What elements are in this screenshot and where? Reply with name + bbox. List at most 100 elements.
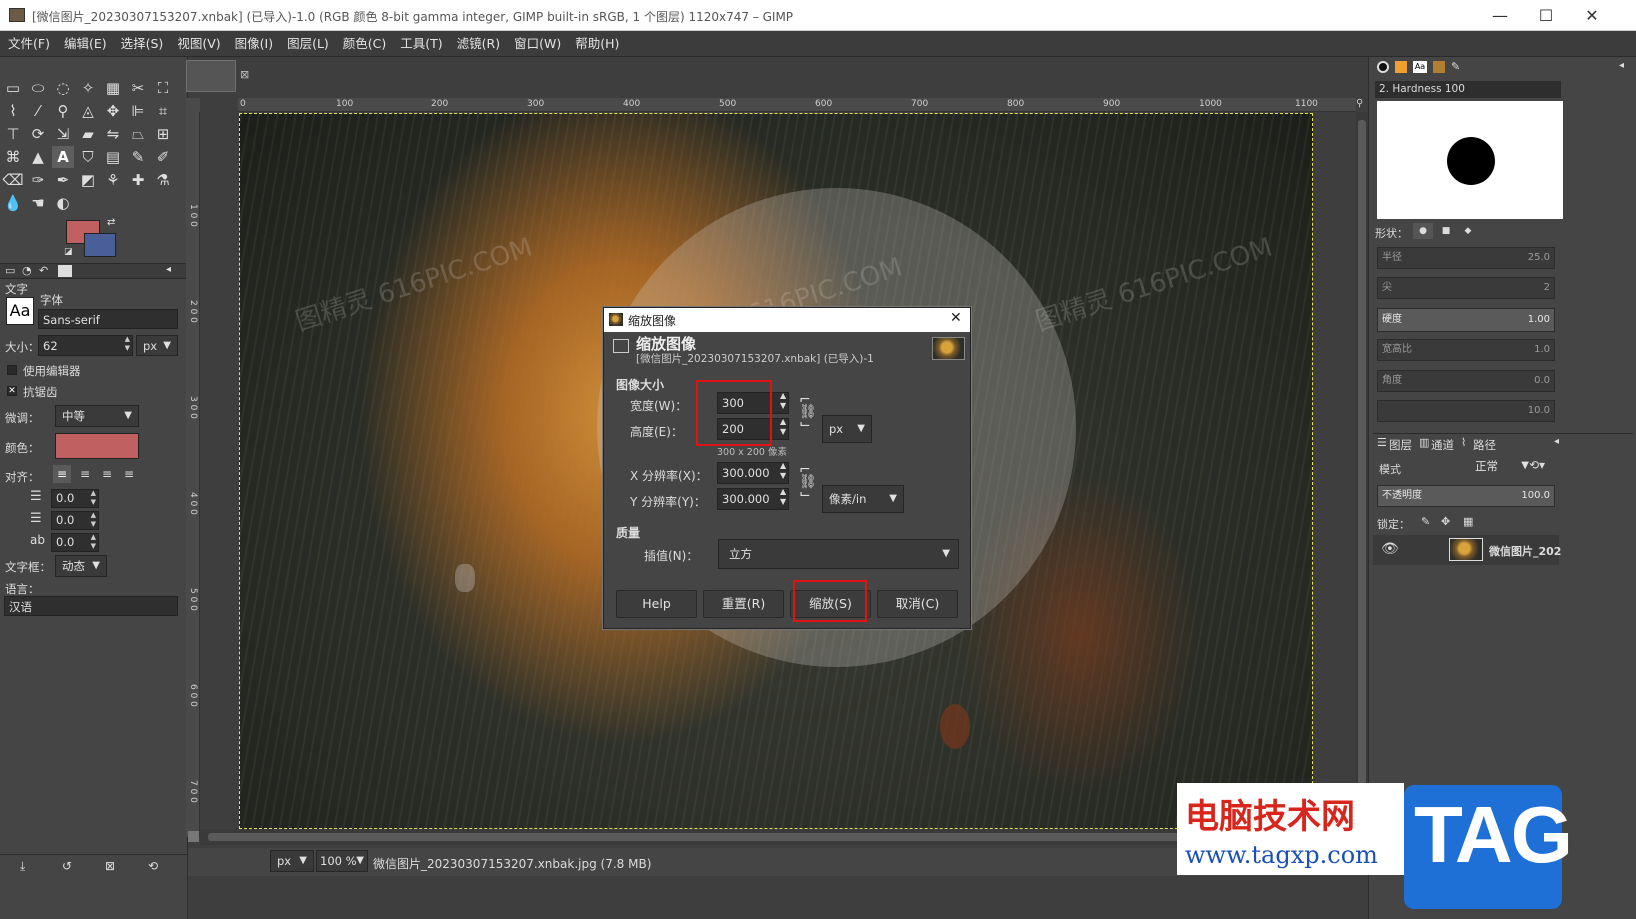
paint-dynamics-tab-icon[interactable]: ✎ [1451, 60, 1460, 73]
resolution-chain-icon[interactable]: ⌐ ⛓ ⌙ [799, 463, 817, 501]
square-shape-icon[interactable]: ■ [1437, 223, 1455, 239]
background-color[interactable] [84, 233, 116, 257]
y-resolution-input[interactable]: 300.000 [717, 488, 789, 510]
close-window-button[interactable]: ✕ [1569, 0, 1615, 31]
menu-filters[interactable]: 滤镜(R) [449, 31, 506, 57]
images-tab-icon[interactable] [58, 265, 72, 277]
line-spacing-spinner-icon[interactable]: ▲ ▼ [91, 511, 96, 529]
foreground-select-icon[interactable]: ⛶ [152, 77, 174, 99]
minimize-button[interactable]: — [1477, 0, 1523, 31]
layers-tab-icon[interactable]: ☰ [1377, 436, 1387, 449]
menu-tools[interactable]: 工具(T) [392, 31, 448, 57]
letter-spacing-spinner-icon[interactable]: ▲ ▼ [91, 533, 96, 551]
warp-icon[interactable]: ⌘ [2, 146, 24, 168]
justify-center-icon[interactable]: ≡ [98, 465, 116, 483]
unified-transform-icon[interactable]: ⊤ [2, 123, 24, 145]
close-tab-icon[interactable]: ⊠ [240, 68, 249, 81]
zoom-lock-icon[interactable]: ⚲ [1356, 98, 1368, 112]
layers-tab[interactable]: 图层 [1389, 437, 1412, 453]
justify-left-icon[interactable]: ≡ [53, 465, 71, 483]
antialias-checkbox[interactable]: ✕ [7, 386, 17, 396]
hinting-select[interactable]: 中等 ▼ [55, 405, 139, 427]
maximize-button[interactable]: ☐ [1523, 0, 1569, 31]
menu-file[interactable]: 文件(F) [0, 31, 56, 57]
indent-spinner-icon[interactable]: ▲ ▼ [91, 489, 96, 507]
lasso-icon[interactable]: ◌ [52, 77, 74, 99]
mode-select[interactable]: 正常 ▼ [1469, 456, 1529, 478]
color-select-icon[interactable]: ▦ [102, 77, 124, 99]
use-editor-checkbox[interactable] [7, 365, 17, 375]
shear-icon[interactable]: ▰ [77, 123, 99, 145]
menu-colors[interactable]: 颜色(C) [335, 31, 392, 57]
eraser-icon[interactable]: ⌫ [2, 169, 24, 191]
menu-windows[interactable]: 窗口(W) [506, 31, 567, 57]
perspective-clone-icon[interactable]: ⚗ [152, 169, 174, 191]
circle-shape-icon[interactable]: ● [1413, 223, 1433, 239]
color-picker-icon[interactable]: ⁄ [27, 100, 49, 122]
diamond-shape-icon[interactable]: ◆ [1459, 223, 1477, 239]
layer-row[interactable]: 👁 微信图片_202 [1373, 535, 1561, 565]
configure-layers-dock-icon[interactable]: ◂ [1554, 436, 1559, 447]
mode-reset-icon[interactable]: ⟲▾ [1529, 458, 1545, 472]
channels-tab[interactable]: 通道 [1431, 437, 1454, 453]
lock-alpha-icon[interactable]: ▦ [1463, 515, 1473, 528]
angle-slider[interactable]: 角度 0.0 [1377, 370, 1555, 392]
undo-history-tab-icon[interactable]: ↶ [39, 264, 48, 277]
justify-fill-icon[interactable]: ≡ [120, 465, 138, 483]
smudge-icon[interactable]: ☚ [27, 192, 49, 214]
perspective-icon[interactable]: ⏢ [127, 123, 149, 145]
resolution-unit-select[interactable]: 像素/in ▼ [822, 485, 904, 513]
airbrush-icon[interactable]: ✑ [27, 169, 49, 191]
brushes-tab-icon[interactable] [1377, 61, 1389, 73]
mypaint-icon[interactable]: ◩ [77, 169, 99, 191]
measure-icon[interactable]: ◬ [77, 100, 99, 122]
font-input[interactable]: Sans-serif [38, 309, 178, 329]
swap-colors-icon[interactable]: ⇄ [107, 217, 115, 228]
menu-image[interactable]: 图像(I) [227, 31, 279, 57]
images-tab-icon[interactable] [1433, 61, 1445, 73]
flip-icon[interactable]: ⇋ [102, 123, 124, 145]
gradient-icon[interactable]: ▤ [102, 146, 124, 168]
x-resolution-input[interactable]: 300.000 [717, 462, 789, 484]
menu-layer[interactable]: 图层(L) [279, 31, 335, 57]
unit-select[interactable]: px ▼ [270, 850, 314, 872]
bucket-fill-icon[interactable]: ⛉ [77, 146, 99, 168]
radius-slider[interactable]: 半径 25.0 [1377, 247, 1555, 269]
aspect-ratio-slider[interactable]: 宽高比 1.0 [1377, 339, 1555, 361]
size-spinner-icon[interactable]: ▲ ▼ [125, 335, 130, 353]
cancel-button[interactable]: 取消(C) [877, 590, 958, 618]
align-icon[interactable]: ⊫ [127, 100, 149, 122]
help-button[interactable]: Help [616, 590, 697, 618]
blur-icon[interactable]: 💧 [2, 192, 24, 214]
tool-options-tab-icon[interactable]: ▭ [5, 264, 15, 277]
restore-options-icon[interactable]: ↺ [62, 859, 72, 873]
size-input[interactable]: 62 ▲ ▼ [38, 335, 133, 356]
rotate-icon[interactable]: ⟳ [27, 123, 49, 145]
save-options-icon[interactable]: ⤓ [20, 859, 25, 874]
zoom-select[interactable]: 100 % ▼ [316, 850, 368, 872]
ellipse-select-icon[interactable]: ⬭ [27, 77, 49, 99]
menu-edit[interactable]: 编辑(E) [56, 31, 113, 57]
pencil-icon[interactable]: ✎ [127, 146, 149, 168]
size-unit-select[interactable]: px ▼ [822, 415, 872, 443]
justify-right-icon[interactable]: ≡ [76, 465, 94, 483]
x-resolution-spinner-icon[interactable]: ▲ ▼ [780, 461, 786, 481]
letter-spacing-input[interactable]: 0.0 ▲ ▼ [51, 533, 99, 552]
width-spinner-icon[interactable]: ▲ ▼ [780, 391, 786, 411]
quick-mask-icon[interactable] [188, 831, 199, 842]
handle-transform-icon[interactable]: ▲ [27, 146, 49, 168]
text-tool-icon[interactable]: A [52, 146, 74, 168]
fuzzy-select-icon[interactable]: ✧ [77, 77, 99, 99]
paths-tab[interactable]: 路径 [1473, 437, 1496, 453]
ink-icon[interactable]: ✒ [52, 169, 74, 191]
zoom-icon[interactable]: ⚲ [52, 100, 74, 122]
menu-view[interactable]: 视图(V) [169, 31, 226, 57]
paths-tab-icon[interactable]: ⌇ [1461, 436, 1466, 449]
y-resolution-spinner-icon[interactable]: ▲ ▼ [780, 487, 786, 507]
font-preview-button[interactable]: Aa [6, 297, 34, 325]
brush-preview[interactable] [1377, 101, 1563, 219]
size-unit-select[interactable]: px ▼ [136, 335, 178, 356]
lock-pixels-icon[interactable]: ✎ [1421, 515, 1430, 528]
device-status-tab-icon[interactable]: ◔ [22, 264, 32, 277]
line-spacing-input[interactable]: 0.0 ▲ ▼ [51, 511, 99, 530]
